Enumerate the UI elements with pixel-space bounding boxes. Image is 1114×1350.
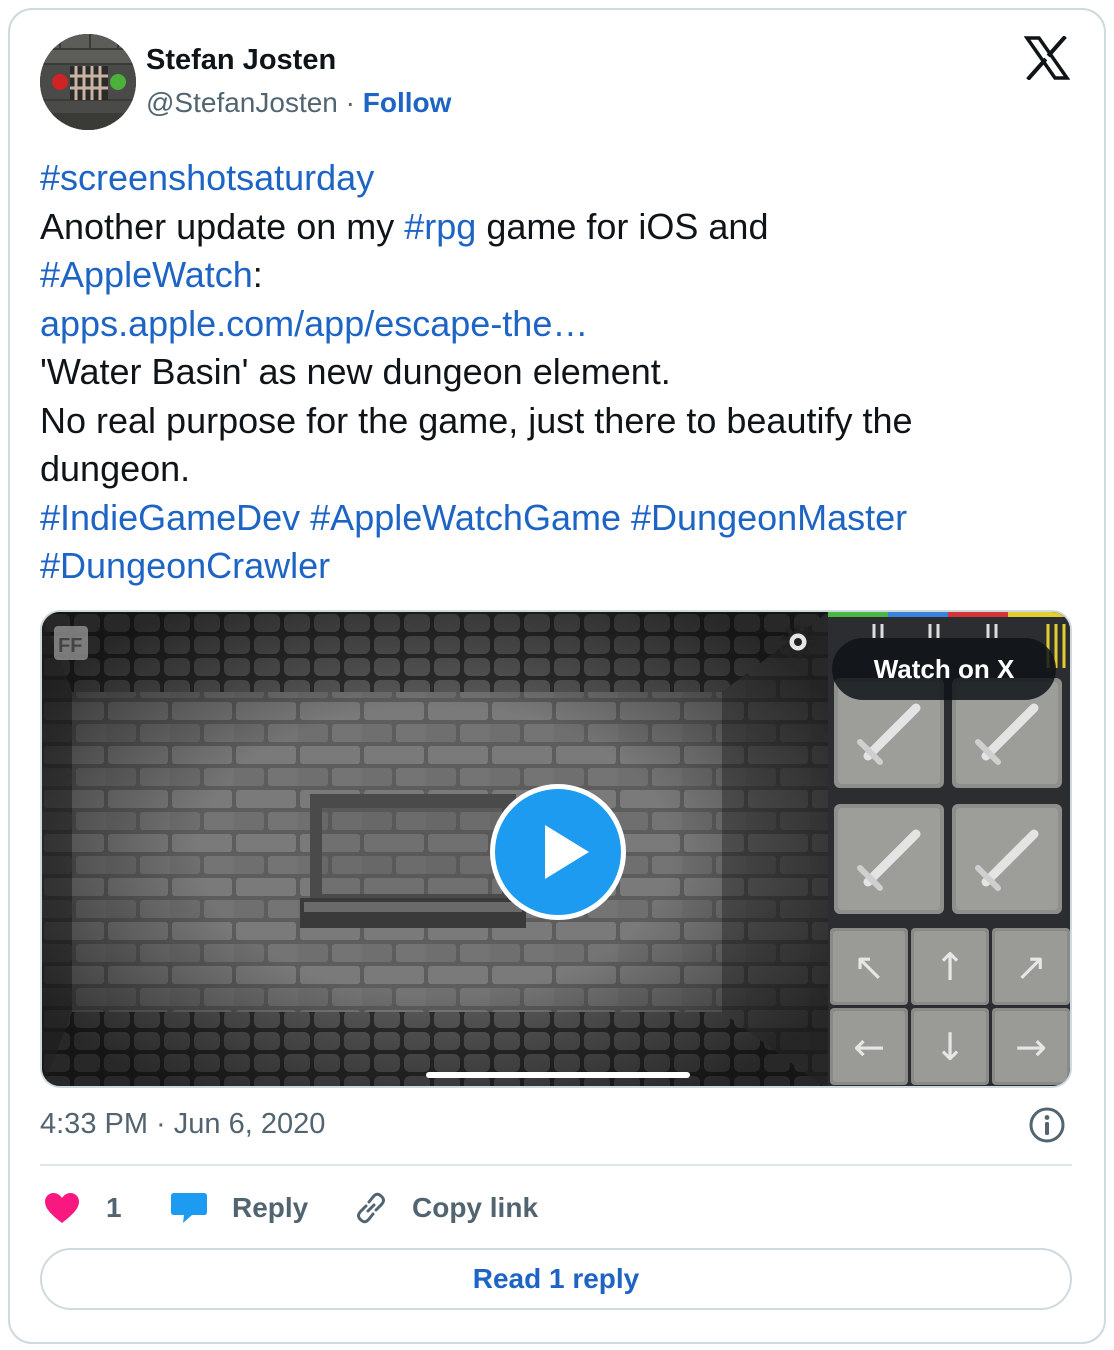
tweet-text-segment xyxy=(300,497,310,538)
hashtag-link[interactable]: #DungeonMaster xyxy=(631,497,907,538)
copy-link-label: Copy link xyxy=(412,1192,539,1223)
author-handle[interactable]: @StefanJosten xyxy=(146,87,338,118)
hashtag-link[interactable]: #screenshotsaturday xyxy=(40,157,374,198)
url-link[interactable]: apps.apple.com/app/escape-the… xyxy=(40,303,588,344)
reply-button[interactable]: Reply xyxy=(170,1188,308,1228)
arrow-up-icon: ↑ xyxy=(911,928,989,1005)
play-button[interactable] xyxy=(490,784,626,920)
copy-link-button[interactable]: Copy link xyxy=(352,1188,538,1228)
svg-text:↓: ↓ xyxy=(934,1025,966,1069)
info-icon[interactable] xyxy=(1028,1106,1066,1144)
x-logo-icon[interactable] xyxy=(1024,36,1070,80)
hashtag-link[interactable]: #rpg xyxy=(404,206,476,247)
tweet-text-segment: 'Water Basin' as new dungeon element. xyxy=(40,351,671,392)
reply-bubble-icon xyxy=(171,1193,207,1223)
svg-text:↗: ↗ xyxy=(1015,945,1047,989)
tweet-text: #screenshotsaturday Another update on my … xyxy=(40,154,1050,591)
svg-text:←: ← xyxy=(853,1025,885,1069)
tweet-text-segment xyxy=(621,497,631,538)
svg-text:↖: ↖ xyxy=(853,945,885,989)
tweet-text-line: apps.apple.com/app/escape-the… xyxy=(40,300,1050,349)
video-progress-bar[interactable] xyxy=(426,1072,690,1078)
tweet-text-line: 'Water Basin' as new dungeon element. xyxy=(40,348,1050,397)
author-avatar[interactable] xyxy=(40,34,136,130)
tweet-text-segment: dungeon. xyxy=(40,448,191,489)
video-player[interactable]: FF ↖ ↑ ↗ ← ↓ → Watch on X xyxy=(40,610,1072,1088)
hashtag-link[interactable]: #AppleWatchGame xyxy=(310,497,621,538)
arrow-down-icon: ↓ xyxy=(911,1008,989,1085)
tweet-timestamp[interactable]: 4:33 PM · Jun 6, 2020 xyxy=(40,1108,325,1141)
avatar-image xyxy=(40,34,136,130)
hashtag-link[interactable]: #DungeonCrawler xyxy=(40,545,330,586)
svg-text:FF: FF xyxy=(58,635,82,657)
arrow-right-icon: → xyxy=(992,1008,1070,1085)
arrow-left-icon: ← xyxy=(830,1008,908,1085)
like-button[interactable]: 1 xyxy=(44,1188,122,1228)
hashtag-link[interactable]: #IndieGameDev xyxy=(40,497,300,538)
link-icon xyxy=(357,1192,385,1224)
weapon-slot xyxy=(834,804,944,914)
hashtag-link[interactable]: #AppleWatch xyxy=(40,254,253,295)
tweet-text-line: #DungeonCrawler xyxy=(40,542,1050,591)
tweet-text-line: #screenshotsaturday xyxy=(40,154,1050,203)
tweet-text-line: dungeon. xyxy=(40,445,1050,494)
play-icon xyxy=(545,825,589,879)
handle-separator: · xyxy=(345,87,355,118)
author-handle-row: @StefanJosten · Follow xyxy=(146,87,451,119)
tweet-text-line: No real purpose for the game, just there… xyxy=(40,397,1050,446)
follow-button[interactable]: Follow xyxy=(363,87,452,118)
read-replies-button[interactable]: Read 1 reply xyxy=(40,1248,1072,1310)
footer-divider xyxy=(40,1164,1072,1166)
tweet-text-line: #AppleWatch: xyxy=(40,251,1050,300)
svg-text:↑: ↑ xyxy=(934,945,966,989)
author-name[interactable]: Stefan Josten xyxy=(146,44,336,77)
weapon-slot xyxy=(952,804,1062,914)
tweet-text-line: #IndieGameDev #AppleWatchGame #DungeonMa… xyxy=(40,494,1050,543)
tweet-text-line: Another update on my #rpg game for iOS a… xyxy=(40,203,1050,252)
tweet-text-segment: No real purpose for the game, just there… xyxy=(40,399,913,441)
arrow-up-left-icon: ↖ xyxy=(830,928,908,1005)
arrow-up-right-icon: ↗ xyxy=(992,928,1070,1005)
tweet-text-segment: : xyxy=(252,254,263,295)
tweet-text-segment: game for iOS and xyxy=(476,205,769,247)
tweet-text-segment: Another update on my xyxy=(40,205,405,247)
heart-icon xyxy=(45,1193,79,1223)
reply-label: Reply xyxy=(232,1192,309,1223)
watch-on-x-button[interactable]: Watch on X xyxy=(832,638,1056,700)
like-count: 1 xyxy=(106,1192,122,1223)
svg-text:→: → xyxy=(1015,1025,1047,1069)
